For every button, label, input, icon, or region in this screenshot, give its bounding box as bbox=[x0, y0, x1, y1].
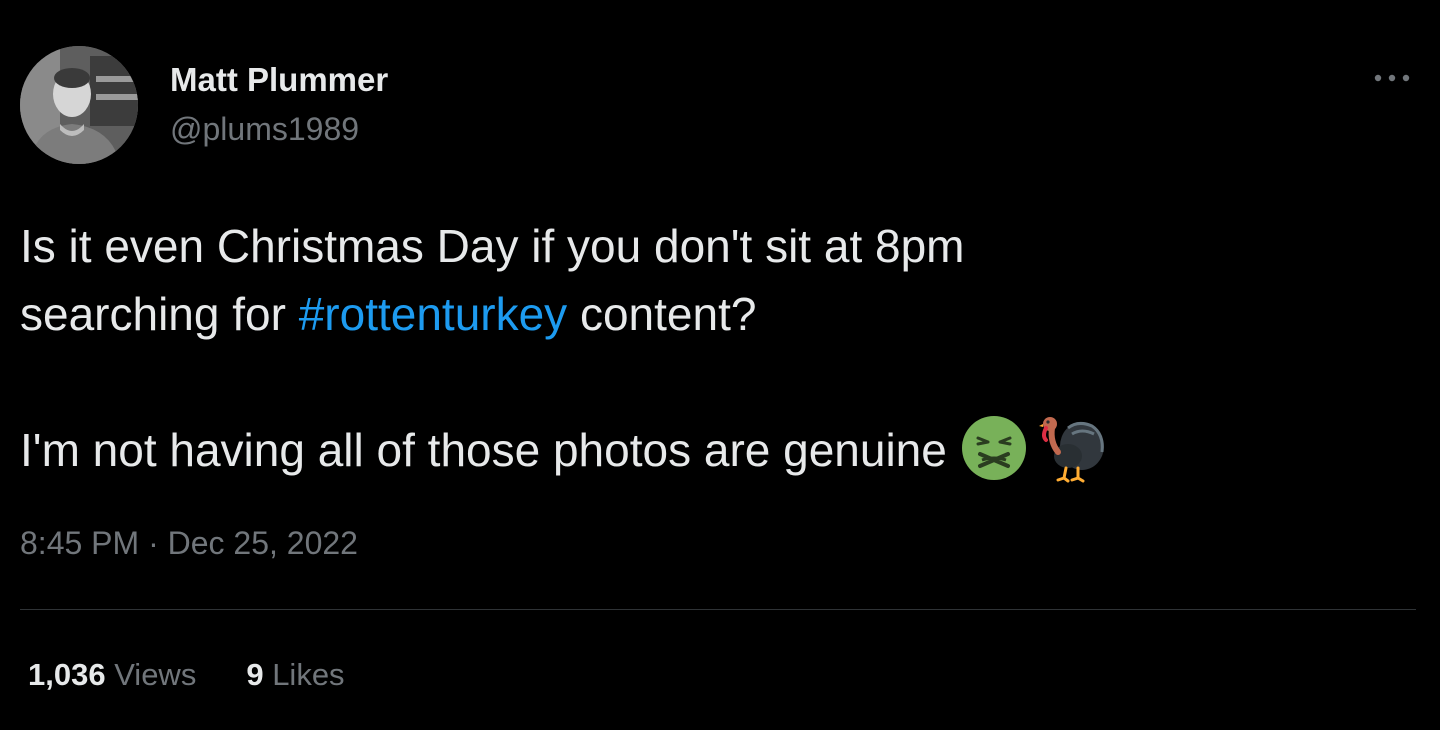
views-label: Views bbox=[105, 657, 197, 692]
tweet-text-line-1: Is it even Christmas Day if you don't si… bbox=[20, 220, 965, 272]
more-horizontal-icon bbox=[1374, 74, 1410, 82]
tweet-date[interactable]: Dec 25, 2022 bbox=[168, 525, 358, 561]
divider bbox=[20, 609, 1416, 610]
likes-stat[interactable]: 9 Likes bbox=[246, 657, 344, 693]
paragraph-break bbox=[20, 348, 1410, 416]
tweet-text-line-3: I'm not having all of those photos are g… bbox=[20, 414, 1410, 490]
more-options-button[interactable] bbox=[1366, 58, 1418, 98]
views-stat[interactable]: 1,036 Views bbox=[28, 657, 196, 693]
meta-separator: · bbox=[139, 525, 168, 561]
tweet-stats: 1,036 Views 9 Likes bbox=[28, 657, 345, 693]
tweet-text-line-2-prefix: searching for bbox=[20, 288, 299, 340]
tweet-time[interactable]: 8:45 PM bbox=[20, 525, 139, 561]
tweet-text-line-2: searching for #rottenturkey content? bbox=[20, 280, 1410, 348]
views-count: 1,036 bbox=[28, 657, 106, 692]
user-handle[interactable]: @plums1989 bbox=[170, 111, 359, 148]
likes-count: 9 bbox=[246, 657, 264, 692]
avatar[interactable] bbox=[20, 46, 138, 164]
display-name[interactable]: Matt Plummer bbox=[170, 61, 388, 99]
hashtag-link[interactable]: #rottenturkey bbox=[299, 288, 567, 340]
tweet-text: Is it even Christmas Day if you don't si… bbox=[20, 212, 1410, 490]
turkey-emoji bbox=[1038, 412, 1108, 484]
likes-label: Likes bbox=[263, 657, 345, 692]
tweet: Matt Plummer @plums1989 Is it even Chris… bbox=[0, 0, 1440, 730]
nauseated-face-emoji bbox=[960, 414, 1028, 482]
tweet-text-line-3-text: I'm not having all of those photos are g… bbox=[20, 424, 960, 476]
tweet-timestamp: 8:45 PM · Dec 25, 2022 bbox=[20, 525, 358, 562]
tweet-text-line-2-suffix: content? bbox=[567, 288, 757, 340]
avatar-photo bbox=[20, 46, 138, 164]
